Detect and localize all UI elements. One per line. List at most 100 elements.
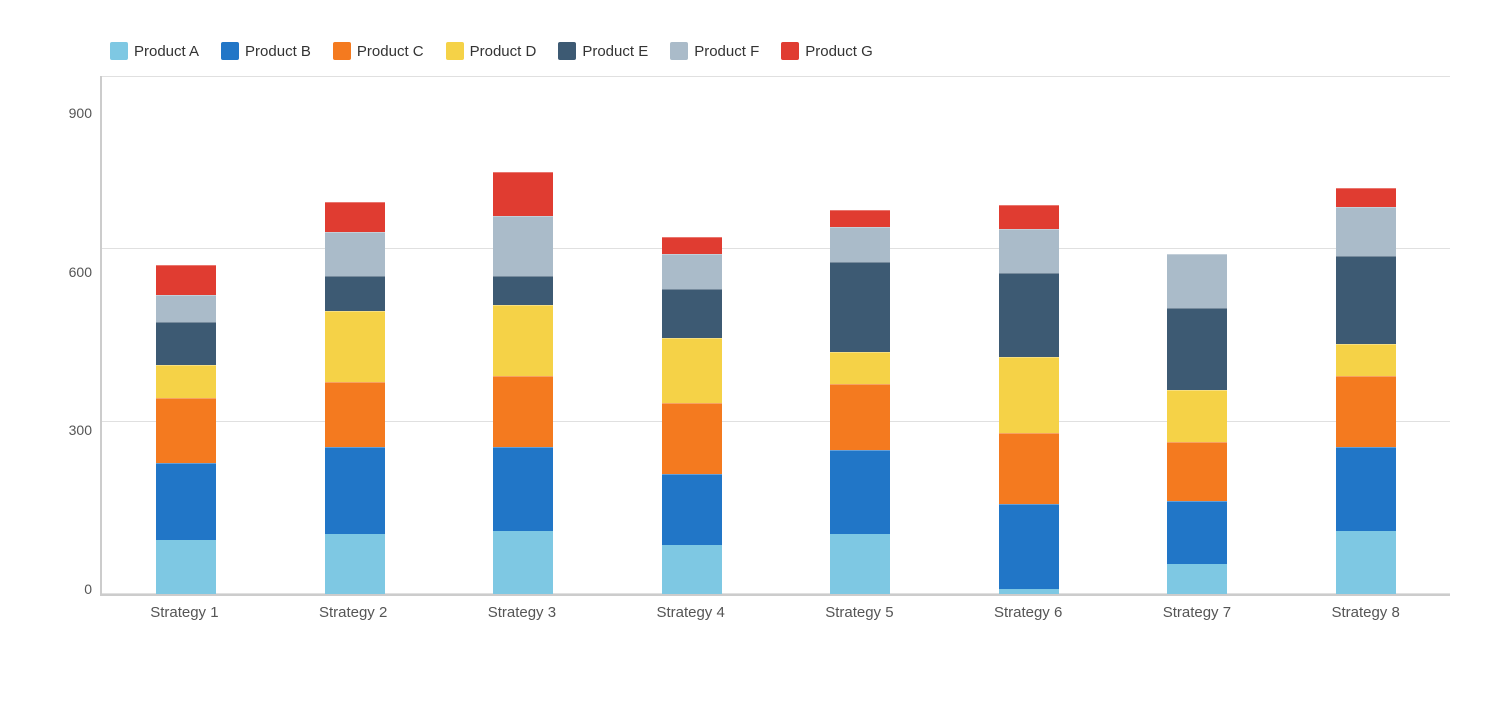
legend-label: Product G — [805, 43, 873, 60]
bar-segment-product-2 — [325, 447, 385, 534]
bar-group-8 — [1282, 76, 1451, 594]
legend-item-product-c: Product C — [333, 42, 424, 60]
bar-segment-product-7 — [156, 265, 216, 295]
bar-group-7 — [1113, 76, 1282, 594]
legend-item-product-e: Product E — [558, 42, 648, 60]
legend: Product A Product B Product C Product D Prod… — [50, 42, 1450, 60]
x-label-strategy-5: Strategy 5 — [775, 604, 944, 621]
bar-segment-product-6 — [662, 254, 722, 289]
bar-segment-product-4 — [493, 305, 553, 376]
y-tick: 0 — [84, 582, 92, 596]
bar-segment-product-1 — [662, 545, 722, 594]
x-label-strategy-8: Strategy 8 — [1281, 604, 1450, 621]
legend-label: Product D — [470, 43, 537, 60]
bar-segment-product-6 — [493, 216, 553, 276]
bar-segment-product-7 — [830, 210, 890, 226]
legend-label: Product B — [245, 43, 311, 60]
legend-item-product-b: Product B — [221, 42, 311, 60]
legend-item-product-d: Product D — [446, 42, 537, 60]
bar-segment-product-4 — [662, 338, 722, 403]
bar-3 — [493, 172, 553, 594]
bar-segment-product-3 — [999, 433, 1059, 504]
bars-wrapper — [100, 76, 1450, 596]
bar-group-1 — [102, 76, 271, 594]
bar-segment-product-2 — [662, 474, 722, 545]
bar-segment-product-2 — [156, 463, 216, 539]
bar-segment-product-4 — [830, 352, 890, 385]
bar-segment-product-2 — [493, 447, 553, 531]
legend-color — [333, 42, 351, 60]
y-tick: 900 — [69, 106, 92, 120]
bar-segment-product-2 — [1167, 501, 1227, 564]
bar-segment-product-5 — [999, 273, 1059, 357]
legend-color — [446, 42, 464, 60]
bar-segment-product-6 — [999, 229, 1059, 273]
legend-color — [110, 42, 128, 60]
x-label-strategy-4: Strategy 4 — [606, 604, 775, 621]
bar-segment-product-2 — [999, 504, 1059, 588]
bar-segment-product-3 — [325, 382, 385, 447]
legend-label: Product C — [357, 43, 424, 60]
x-label-strategy-3: Strategy 3 — [438, 604, 607, 621]
bar-8 — [1336, 188, 1396, 594]
bar-group-5 — [776, 76, 945, 594]
y-tick: 300 — [69, 423, 92, 437]
legend-color — [221, 42, 239, 60]
bar-segment-product-4 — [156, 365, 216, 398]
chart-container: Product A Product B Product C Product D Prod… — [20, 12, 1480, 712]
legend-item-product-a: Product A — [110, 42, 199, 60]
x-label-strategy-2: Strategy 2 — [269, 604, 438, 621]
bar-segment-product-3 — [156, 398, 216, 463]
bar-segment-product-2 — [830, 450, 890, 534]
bar-group-2 — [271, 76, 440, 594]
bar-4 — [662, 237, 722, 594]
bar-segment-product-7 — [999, 205, 1059, 230]
bar-segment-product-1 — [999, 589, 1059, 594]
bar-segment-product-4 — [999, 357, 1059, 433]
bar-segment-product-1 — [156, 540, 216, 594]
bar-2 — [325, 202, 385, 594]
bar-segment-product-1 — [830, 534, 890, 594]
bar-segment-product-1 — [1336, 531, 1396, 594]
y-tick: 600 — [69, 265, 92, 279]
x-labels: Strategy 1Strategy 2Strategy 3Strategy 4… — [50, 596, 1450, 621]
legend-color — [670, 42, 688, 60]
bar-segment-product-4 — [1336, 344, 1396, 377]
bar-6 — [999, 205, 1059, 594]
bar-segment-product-2 — [1336, 447, 1396, 531]
bars-section — [100, 76, 1450, 596]
bar-segment-product-1 — [325, 534, 385, 594]
bar-segment-product-1 — [1167, 564, 1227, 594]
legend-color — [781, 42, 799, 60]
bar-segment-product-3 — [1167, 442, 1227, 502]
bar-segment-product-5 — [1167, 308, 1227, 390]
x-label-strategy-7: Strategy 7 — [1113, 604, 1282, 621]
legend-label: Product A — [134, 43, 199, 60]
bar-segment-product-4 — [1167, 390, 1227, 442]
bar-segment-product-5 — [1336, 256, 1396, 343]
bar-segment-product-7 — [325, 202, 385, 232]
bar-segment-product-3 — [493, 376, 553, 447]
legend-color — [558, 42, 576, 60]
legend-item-product-g: Product G — [781, 42, 873, 60]
bar-group-6 — [945, 76, 1114, 594]
bar-segment-product-6 — [1167, 254, 1227, 308]
bar-segment-product-5 — [325, 276, 385, 311]
bar-segment-product-5 — [156, 322, 216, 366]
legend-item-product-f: Product F — [670, 42, 759, 60]
y-axis: 0 300 600 900 — [50, 106, 100, 596]
bar-segment-product-7 — [1336, 188, 1396, 207]
bar-segment-product-5 — [830, 262, 890, 352]
bar-segment-product-3 — [830, 384, 890, 449]
bar-group-3 — [439, 76, 608, 594]
x-label-strategy-6: Strategy 6 — [944, 604, 1113, 621]
bar-segment-product-3 — [1336, 376, 1396, 447]
bar-segment-product-3 — [662, 403, 722, 474]
legend-label: Product F — [694, 43, 759, 60]
bar-segment-product-6 — [1336, 207, 1396, 256]
bar-segment-product-5 — [493, 276, 553, 306]
x-label-strategy-1: Strategy 1 — [100, 604, 269, 621]
chart-area: 0 300 600 900 — [50, 76, 1450, 596]
bar-segment-product-7 — [493, 172, 553, 216]
bar-group-4 — [608, 76, 777, 594]
